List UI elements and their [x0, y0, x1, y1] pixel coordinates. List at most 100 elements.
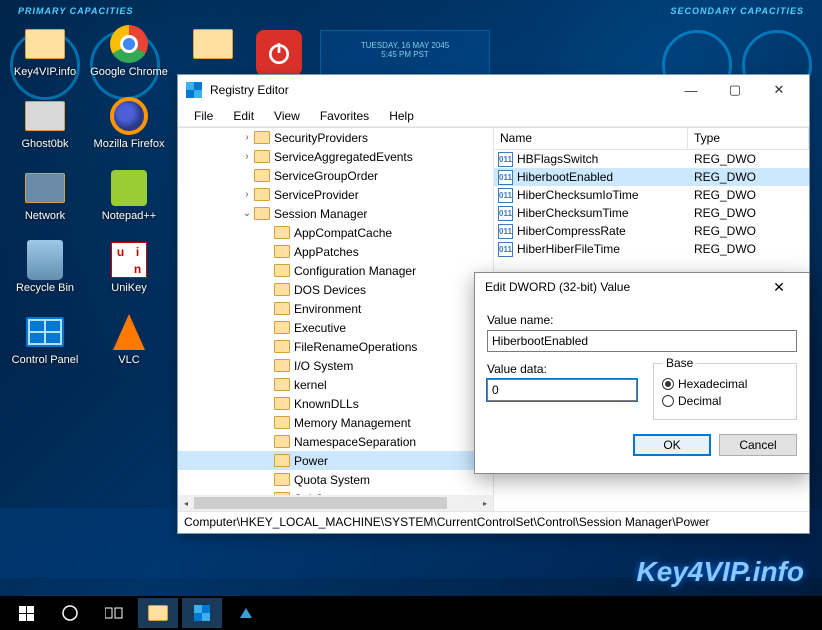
- cancel-button[interactable]: Cancel: [719, 434, 797, 456]
- desktop-icon-chrome[interactable]: Google Chrome: [90, 24, 168, 92]
- value-type: REG_DWO: [688, 206, 809, 220]
- bg-secondary-label: SECONDARY CAPACITIES: [670, 6, 804, 16]
- folder-icon: [254, 188, 270, 201]
- list-row[interactable]: 011HiberChecksumIoTimeREG_DWO: [494, 186, 809, 204]
- desktop-icon-unikey[interactable]: uinUniKey: [90, 240, 168, 308]
- menu-help[interactable]: Help: [379, 107, 424, 125]
- edit-dword-dialog: Edit DWORD (32-bit) Value ✕ Value name: …: [474, 272, 810, 474]
- watermark: Key4VIP.info: [636, 556, 804, 588]
- tree-pane[interactable]: ›SecurityProviders›ServiceAggregatedEven…: [178, 128, 494, 511]
- tree-item[interactable]: ServiceGroupOrder: [178, 166, 493, 185]
- value-name: HiberChecksumIoTime: [517, 188, 639, 202]
- col-header-name[interactable]: Name: [494, 128, 688, 149]
- expand-icon[interactable]: ›: [240, 189, 254, 200]
- value-name: HiberChecksumTime: [517, 206, 629, 220]
- tree-item-label: Configuration Manager: [294, 264, 416, 278]
- folder-icon: [254, 150, 270, 163]
- value-type: REG_DWO: [688, 188, 809, 202]
- tree-item[interactable]: ›ServiceProvider: [178, 185, 493, 204]
- tree-item-label: Memory Management: [294, 416, 411, 430]
- titlebar[interactable]: Registry Editor — ▢ ✕: [178, 75, 809, 105]
- tree-item[interactable]: Executive: [178, 318, 493, 337]
- taskbar-app[interactable]: [226, 598, 266, 628]
- tree-item[interactable]: AppCompatCache: [178, 223, 493, 242]
- taskbar-explorer[interactable]: [138, 598, 178, 628]
- tree-item[interactable]: DOS Devices: [178, 280, 493, 299]
- base-label: Base: [662, 356, 697, 370]
- expand-icon[interactable]: ⌄: [240, 208, 254, 219]
- tree-item[interactable]: Power: [178, 451, 493, 470]
- desktop-icon-vlc[interactable]: VLC: [90, 312, 168, 380]
- dialog-close-button[interactable]: ✕: [759, 279, 799, 296]
- tree-item-label: Session Manager: [274, 207, 367, 221]
- value-name: HBFlagsSwitch: [517, 152, 598, 166]
- tree-item[interactable]: Quota System: [178, 470, 493, 489]
- tree-item[interactable]: NamespaceSeparation: [178, 432, 493, 451]
- tree-item[interactable]: Configuration Manager: [178, 261, 493, 280]
- ok-button[interactable]: OK: [633, 434, 711, 456]
- tree-item-label: DOS Devices: [294, 283, 366, 297]
- tree-item[interactable]: I/O System: [178, 356, 493, 375]
- radio-decimal[interactable]: Decimal: [662, 394, 788, 408]
- list-header[interactable]: Name Type: [494, 128, 809, 150]
- expand-icon[interactable]: ›: [240, 151, 254, 162]
- expand-icon[interactable]: ›: [240, 132, 254, 143]
- folder-icon: [274, 416, 290, 429]
- horizontal-scrollbar[interactable]: ◂▸: [178, 495, 493, 511]
- start-button[interactable]: [6, 598, 46, 628]
- desktop-icon-key4vip[interactable]: Key4VIP.info: [6, 24, 84, 92]
- folder-icon: [274, 435, 290, 448]
- menu-edit[interactable]: Edit: [223, 107, 264, 125]
- folder-icon: [274, 397, 290, 410]
- col-header-type[interactable]: Type: [688, 128, 809, 149]
- regedit-icon: [186, 82, 202, 98]
- value-data-label: Value data:: [487, 362, 637, 376]
- desktop-icon-control-panel[interactable]: Control Panel: [6, 312, 84, 380]
- folder-icon: [274, 302, 290, 315]
- tree-item[interactable]: FileRenameOperations: [178, 337, 493, 356]
- desktop-icon-network[interactable]: Network: [6, 168, 84, 236]
- menubar: File Edit View Favorites Help: [178, 105, 809, 127]
- tree-item-label: kernel: [294, 378, 327, 392]
- tree-item[interactable]: Memory Management: [178, 413, 493, 432]
- tree-item[interactable]: KnownDLLs: [178, 394, 493, 413]
- value-name-input[interactable]: [487, 330, 797, 352]
- radio-hexadecimal[interactable]: Hexadecimal: [662, 377, 788, 391]
- maximize-button[interactable]: ▢: [713, 76, 757, 104]
- bg-primary-label: PRIMARY CAPACITIES: [18, 6, 134, 16]
- tree-item[interactable]: kernel: [178, 375, 493, 394]
- tree-item[interactable]: Environment: [178, 299, 493, 318]
- minimize-button[interactable]: —: [669, 76, 713, 104]
- taskbar: [0, 596, 822, 630]
- list-row[interactable]: 011HBFlagsSwitchREG_DWO: [494, 150, 809, 168]
- menu-file[interactable]: File: [184, 107, 223, 125]
- tree-item[interactable]: ›SecurityProviders: [178, 128, 493, 147]
- list-row[interactable]: 011HiberbootEnabledREG_DWO: [494, 168, 809, 186]
- desktop-icon-firefox[interactable]: Mozilla Firefox: [90, 96, 168, 164]
- desktop-icon-ghost[interactable]: Ghost0bk: [6, 96, 84, 164]
- value-data-input[interactable]: [487, 379, 637, 401]
- window-title: Registry Editor: [210, 83, 289, 97]
- power-icon[interactable]: [256, 30, 302, 76]
- cortana-button[interactable]: [50, 598, 90, 628]
- tree-item[interactable]: › ServiceAggregatedEvents: [178, 147, 493, 166]
- taskbar-regedit[interactable]: [182, 598, 222, 628]
- menu-view[interactable]: View: [264, 107, 310, 125]
- value-type: REG_DWO: [688, 224, 809, 238]
- desktop-icon-notepadpp[interactable]: Notepad++: [90, 168, 168, 236]
- folder-icon: [274, 264, 290, 277]
- close-button[interactable]: ✕: [757, 76, 801, 104]
- tree-item[interactable]: ⌄ Session Manager: [178, 204, 493, 223]
- desktop-icon-recyclebin[interactable]: Recycle Bin: [6, 240, 84, 308]
- list-row[interactable]: 011HiberHiberFileTimeREG_DWO: [494, 240, 809, 258]
- tree-item-label: ServiceAggregatedEvents: [274, 150, 413, 164]
- tree-item-label: KnownDLLs: [294, 397, 359, 411]
- taskview-button[interactable]: [94, 598, 134, 628]
- tree-item[interactable]: AppPatches: [178, 242, 493, 261]
- dialog-titlebar[interactable]: Edit DWORD (32-bit) Value ✕: [475, 273, 809, 301]
- tree-item-label: Quota System: [294, 473, 370, 487]
- menu-favorites[interactable]: Favorites: [310, 107, 379, 125]
- list-row[interactable]: 011HiberCompressRateREG_DWO: [494, 222, 809, 240]
- list-row[interactable]: 011HiberChecksumTimeREG_DWO: [494, 204, 809, 222]
- tree-item-label: Executive: [294, 321, 346, 335]
